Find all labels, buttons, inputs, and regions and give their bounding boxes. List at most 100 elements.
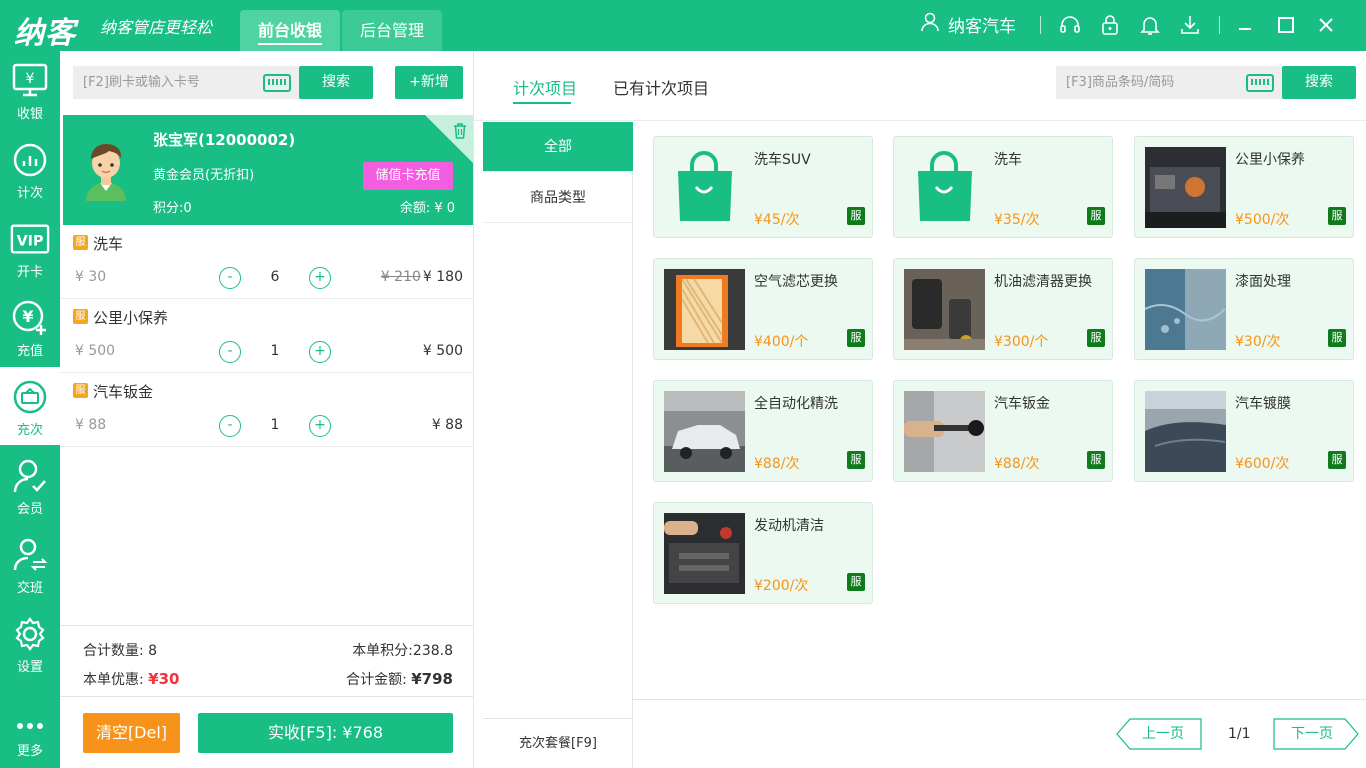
nav-recharge-label: 充值 (16, 344, 43, 359)
product-price: ¥35/次 (994, 212, 1040, 228)
nav-open-card[interactable]: VIP 开卡 (0, 209, 60, 287)
pagination: 上一页 1/1 下一页 (633, 699, 1366, 768)
bell-icon[interactable] (1139, 14, 1161, 36)
category-all[interactable]: 全部 (483, 122, 633, 172)
product-card[interactable]: 汽车镀膜 ¥600/次 服 (1134, 380, 1354, 482)
trash-icon[interactable] (453, 123, 467, 143)
product-price: ¥88/次 (754, 456, 800, 472)
minimize-icon[interactable] (1233, 13, 1257, 37)
cart-item[interactable]: 服 汽车钣金 ¥ 88 - 1 + ¥ 88 (60, 373, 473, 447)
avatar (81, 139, 131, 201)
category-product-type[interactable]: 商品类型 (483, 173, 633, 223)
increase-button[interactable]: + (309, 267, 331, 289)
order-summary: 合计数量: 8 本单积分:238.8 本单优惠: ¥30 合计金额: ¥798 (60, 625, 473, 697)
brand-slogan: 纳客管店更轻松 (100, 18, 213, 37)
product-card[interactable]: 洗车SUV ¥45/次 服 (653, 136, 873, 238)
increase-button[interactable]: + (309, 341, 331, 363)
nav-recharge[interactable]: ¥ 充值 (0, 288, 60, 366)
cart-item[interactable]: 服 公里小保养 ¥ 500 - 1 + ¥ 500 (60, 299, 473, 373)
product-card[interactable]: 机油滤清器更换 ¥300/个 服 (893, 258, 1113, 360)
service-tag: 服 (1328, 329, 1346, 347)
nav-shift-label: 交班 (16, 581, 43, 596)
order-points: 本单积分:238.8 (352, 640, 453, 660)
cart-item-qty[interactable]: 1 (265, 417, 285, 433)
cart-item-price: ¥ 500 (75, 343, 116, 359)
product-card[interactable]: 发动机清洁 ¥200/次 服 (653, 502, 873, 604)
decrease-button[interactable]: - (219, 341, 241, 363)
product-price: ¥200/次 (754, 578, 809, 594)
card-number-input[interactable]: [F2]刷卡或输入卡号 (73, 66, 299, 99)
product-card[interactable]: 漆面处理 ¥30/次 服 (1134, 258, 1354, 360)
product-price: ¥500/次 (1235, 212, 1290, 228)
svg-text:¥: ¥ (26, 71, 35, 87)
tab-times-items[interactable]: 计次项目 (513, 75, 577, 99)
service-tag: 服 (1087, 207, 1105, 225)
cart-item-total: ¥ 88 (431, 417, 463, 433)
nav-times-label: 计次 (16, 186, 43, 201)
barcode-input[interactable]: [F3]商品条码/简码 (1056, 66, 1282, 99)
member-points: 积分:0 (153, 201, 192, 216)
member-search-button[interactable]: 搜索 (299, 66, 373, 99)
nav-shift[interactable]: 交班 (0, 525, 60, 603)
service-tag: 服 (847, 329, 865, 347)
download-icon[interactable] (1179, 14, 1201, 36)
paint-photo (1144, 269, 1226, 350)
package-button[interactable]: 充次套餐[F9] (483, 718, 633, 768)
order-points-label: 本单积分: (352, 643, 413, 659)
product-card[interactable]: 洗车 ¥35/次 服 (893, 136, 1113, 238)
member-name: 张宝军(12000002) (153, 131, 296, 149)
category-list: 全部 商品类型 充次套餐[F9] (483, 122, 633, 768)
cart-item-qty[interactable]: 6 (265, 269, 285, 285)
lock-icon[interactable] (1099, 14, 1121, 36)
cart-item-total: ¥ 180 (422, 269, 463, 285)
tab-backend-admin[interactable]: 后台管理 (342, 10, 442, 51)
cart-item-price: ¥ 30 (75, 269, 107, 285)
product-card[interactable]: 空气滤芯更换 ¥400/个 服 (653, 258, 873, 360)
keyboard-icon[interactable] (1246, 74, 1274, 92)
tab-existing-times-items[interactable]: 已有计次项目 (613, 75, 709, 99)
product-price: ¥600/次 (1235, 456, 1290, 472)
decrease-button[interactable]: - (219, 267, 241, 289)
nav-settings[interactable]: 设置 (0, 604, 60, 682)
product-name: 洗车 (994, 152, 1022, 168)
monitor-yen-icon: ¥ (10, 61, 50, 101)
nav-more-label: 更多 (16, 744, 43, 759)
tab-front-cashier[interactable]: 前台收银 (240, 10, 340, 51)
headset-icon[interactable] (1059, 14, 1081, 36)
product-card[interactable]: 汽车钣金 ¥88/次 服 (893, 380, 1113, 482)
product-card[interactable]: 全自动化精洗 ¥88/次 服 (653, 380, 873, 482)
member-balance: 余额: ¥ 0 (399, 201, 455, 216)
cart-item[interactable]: 服 洗车 ¥ 30 - 6 + ¥ 210 ¥ 180 (60, 225, 473, 299)
add-member-button[interactable]: +新增 (395, 66, 463, 99)
nav-recharge-times-label: 充次 (16, 423, 43, 438)
nav-member[interactable]: 会员 (0, 446, 60, 524)
nav-recharge-times[interactable]: 充次 (0, 367, 60, 445)
bar-chart-icon (10, 140, 50, 180)
next-page-button[interactable]: 下一页 (1273, 718, 1359, 750)
product-name: 机油滤清器更换 (994, 274, 1092, 290)
product-search-button[interactable]: 搜索 (1282, 66, 1356, 99)
increase-button[interactable]: + (309, 415, 331, 437)
cart-item-qty[interactable]: 1 (265, 343, 285, 359)
nav-cashier[interactable]: ¥ 收银 (0, 51, 60, 129)
service-tag: 服 (847, 451, 865, 469)
decrease-button[interactable]: - (219, 415, 241, 437)
maximize-icon[interactable] (1274, 13, 1298, 37)
dent-repair-photo (904, 391, 985, 472)
top-icon-group (1040, 14, 1220, 36)
prev-page-button[interactable]: 上一页 (1116, 718, 1202, 750)
keyboard-icon[interactable] (263, 74, 291, 92)
product-card[interactable]: 公里小保养 ¥500/次 服 (1134, 136, 1354, 238)
close-icon[interactable] (1314, 13, 1338, 37)
product-name: 洗车SUV (754, 152, 811, 168)
product-price: ¥30/次 (1235, 334, 1281, 350)
clear-cart-button[interactable]: 清空[Del] (83, 713, 180, 753)
cart-item-original-total: ¥ 210 (380, 269, 421, 285)
nav-times[interactable]: 计次 (0, 130, 60, 208)
user-menu[interactable]: 纳客汽车 (920, 12, 1016, 37)
yen-plus-icon: ¥ (10, 298, 50, 338)
order-total: 合计金额: ¥798 (346, 669, 453, 689)
stored-value-recharge-button[interactable]: 储值卡充值 (363, 162, 453, 190)
nav-more[interactable]: 更多 (0, 690, 60, 768)
checkout-button[interactable]: 实收[F5]: ¥768 (198, 713, 453, 753)
